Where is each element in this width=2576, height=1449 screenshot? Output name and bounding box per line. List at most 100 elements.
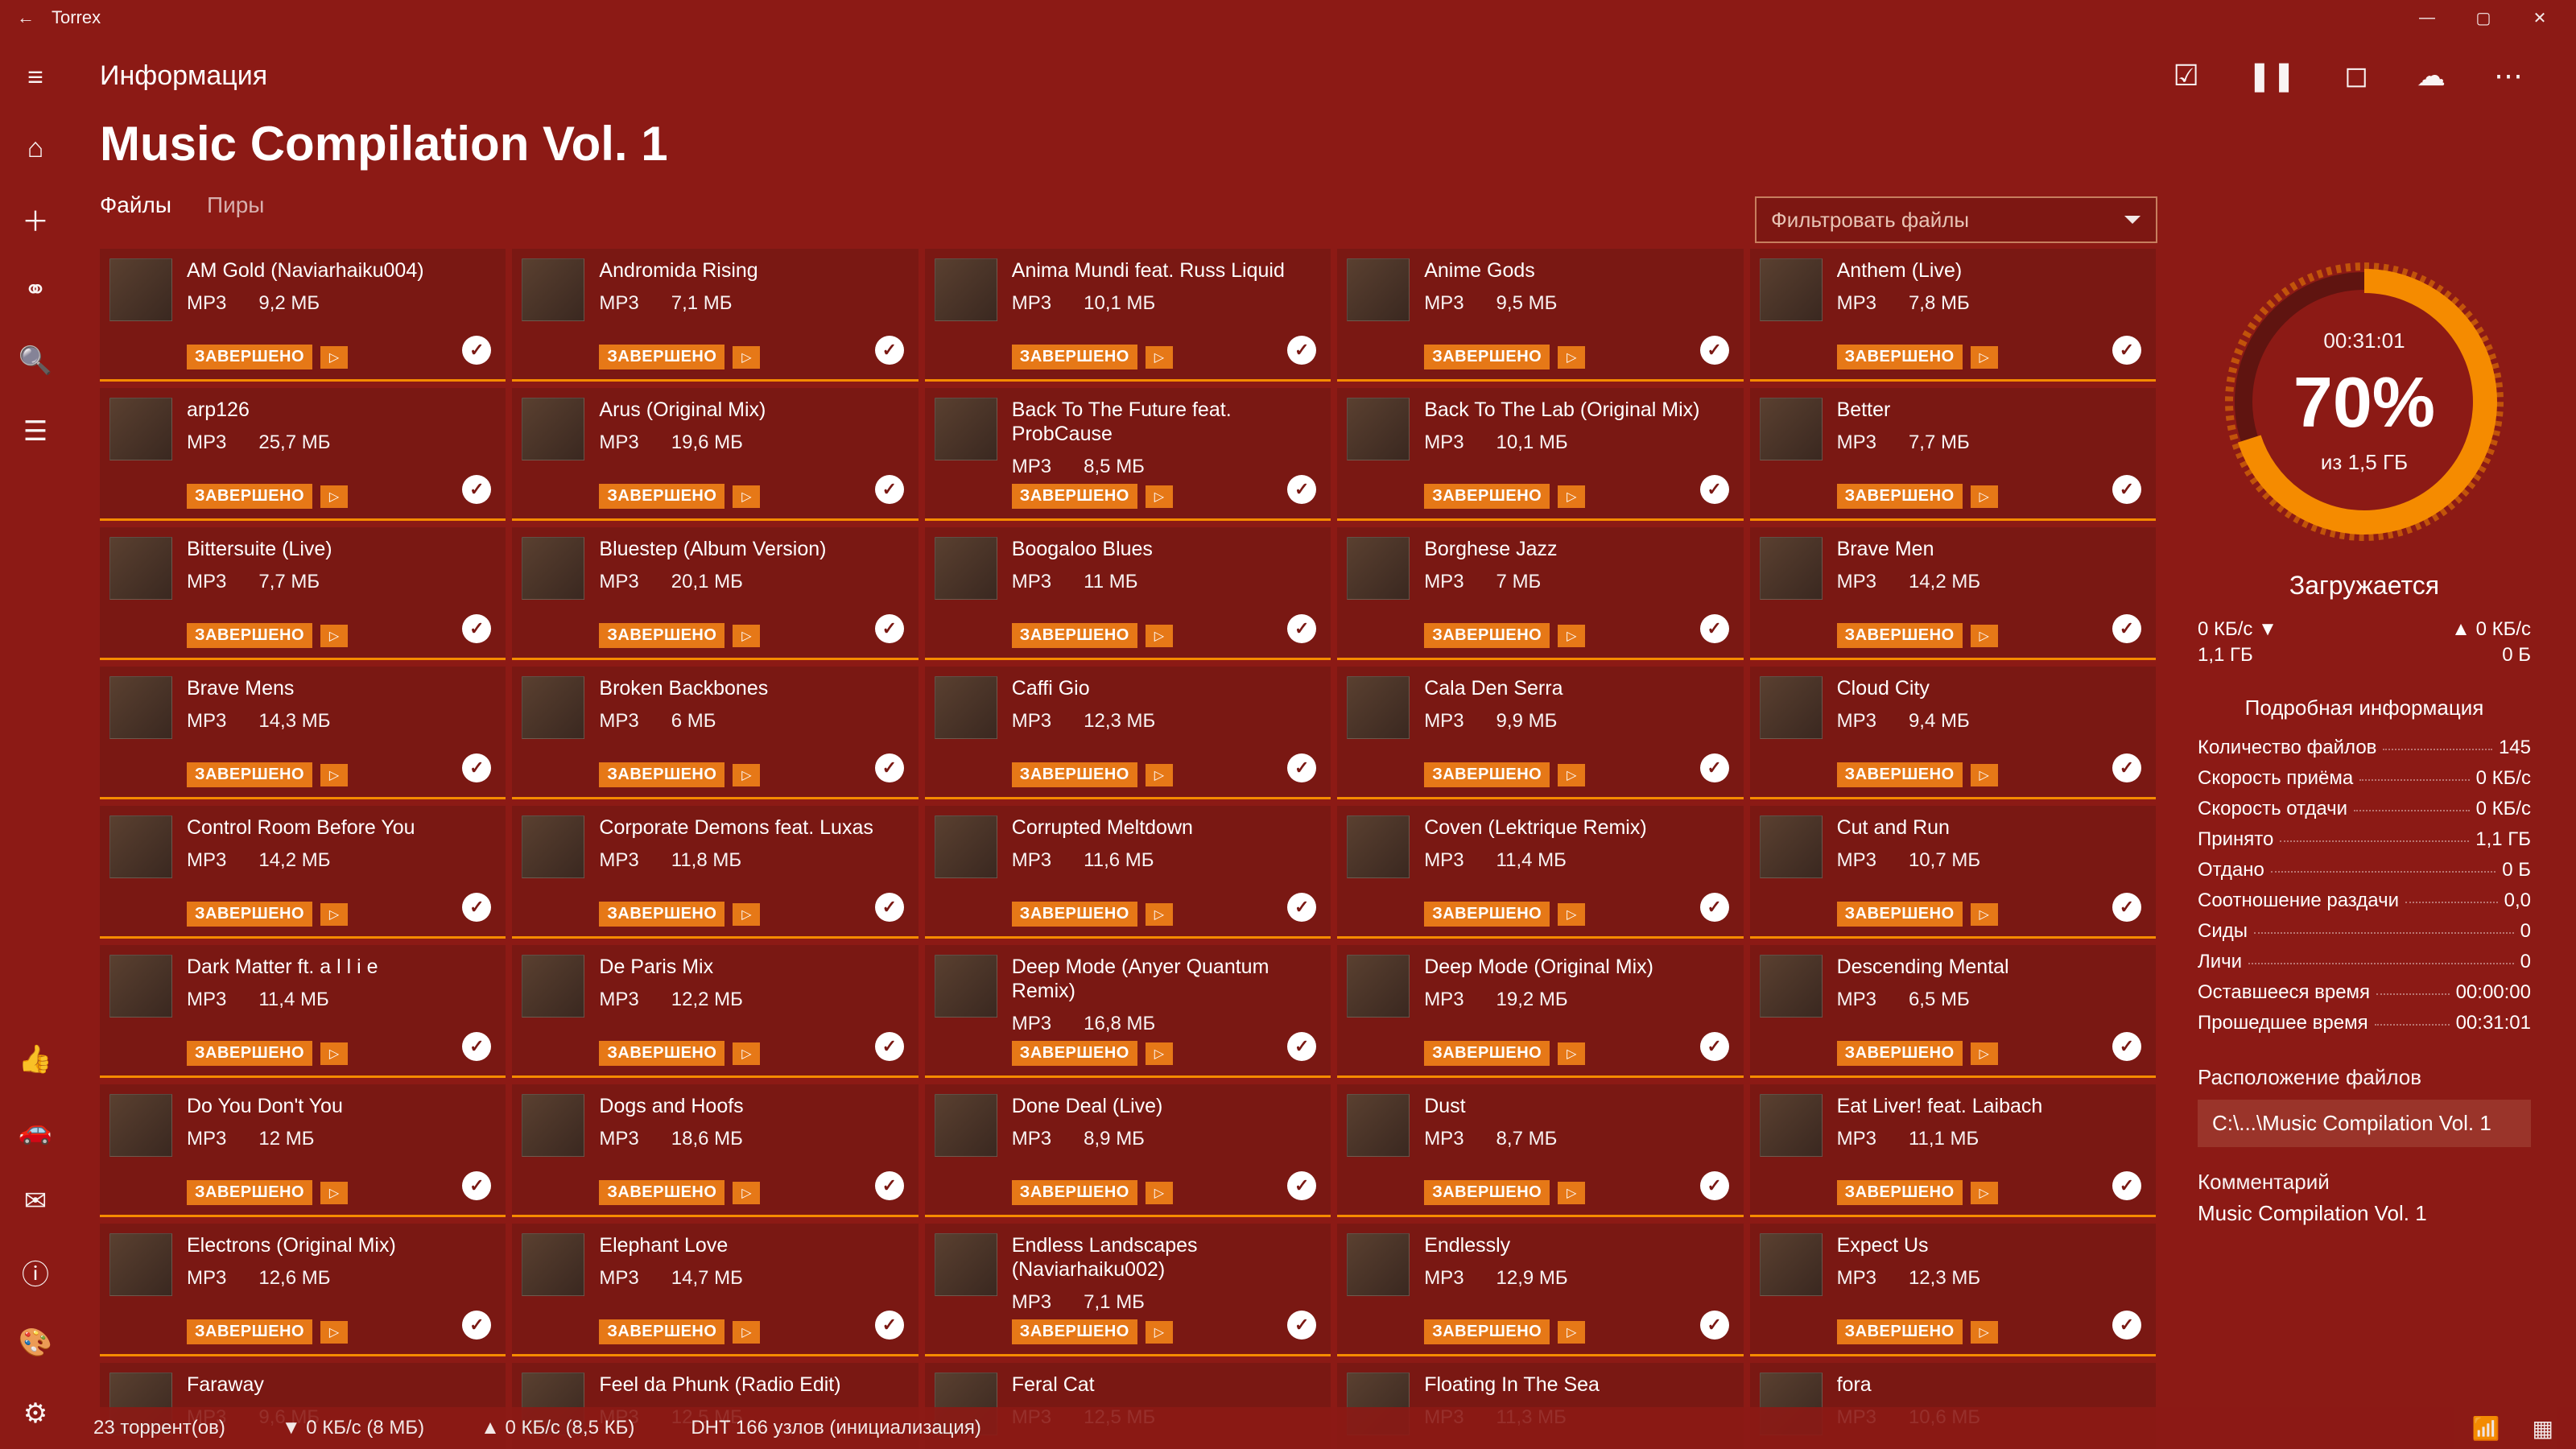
play-button[interactable]: ▷ xyxy=(1146,903,1173,926)
play-button[interactable]: ▷ xyxy=(1146,1042,1173,1065)
grid-icon[interactable]: ▦ xyxy=(2533,1415,2553,1442)
play-button[interactable]: ▷ xyxy=(1971,1321,1998,1344)
file-card[interactable]: Cloud CityMP39,4 МБЗАВЕРШЕНО▷✓ xyxy=(1750,667,2156,799)
file-card[interactable]: Expect UsMP312,3 МБЗАВЕРШЕНО▷✓ xyxy=(1750,1224,2156,1356)
file-card[interactable]: BetterMP37,7 МБЗАВЕРШЕНО▷✓ xyxy=(1750,388,2156,521)
file-card[interactable]: AM Gold (Naviarhaiku004)MP39,2 МБЗАВЕРШЕ… xyxy=(100,249,506,382)
play-button[interactable]: ▷ xyxy=(733,346,760,369)
check-icon[interactable]: ✓ xyxy=(1700,336,1729,365)
file-card[interactable]: Arus (Original Mix)MP319,6 МБЗАВЕРШЕНО▷✓ xyxy=(512,388,918,521)
file-card[interactable]: Brave MenMP314,2 МБЗАВЕРШЕНО▷✓ xyxy=(1750,527,2156,660)
check-icon[interactable]: ✓ xyxy=(2112,1032,2141,1061)
file-card[interactable]: Elephant LoveMP314,7 МБЗАВЕРШЕНО▷✓ xyxy=(512,1224,918,1356)
file-card[interactable]: Deep Mode (Anyer Quantum Remix)MP316,8 М… xyxy=(925,945,1331,1078)
link-icon[interactable]: ⚭ xyxy=(0,254,71,325)
play-button[interactable]: ▷ xyxy=(320,1321,348,1344)
file-card[interactable]: Cala Den SerraMP39,9 МБЗАВЕРШЕНО▷✓ xyxy=(1337,667,1743,799)
mail-icon[interactable]: ✉ xyxy=(0,1166,71,1236)
play-button[interactable]: ▷ xyxy=(1971,1042,1998,1065)
file-card[interactable]: Caffi GioMP312,3 МБЗАВЕРШЕНО▷✓ xyxy=(925,667,1331,799)
check-icon[interactable]: ✓ xyxy=(2112,336,2141,365)
check-icon[interactable]: ✓ xyxy=(875,1032,904,1061)
thumbs-up-icon[interactable]: 👍 xyxy=(0,1024,71,1095)
check-icon[interactable]: ✓ xyxy=(1700,1311,1729,1340)
play-button[interactable]: ▷ xyxy=(1146,625,1173,647)
check-icon[interactable]: ✓ xyxy=(1700,475,1729,504)
play-button[interactable]: ▷ xyxy=(320,625,348,647)
settings-icon[interactable]: ⚙ xyxy=(0,1378,71,1449)
checklist-icon[interactable]: ☑ xyxy=(2174,59,2199,93)
play-button[interactable]: ▷ xyxy=(733,485,760,508)
play-button[interactable]: ▷ xyxy=(1146,346,1173,369)
file-card[interactable]: Endless Landscapes (Naviarhaiku002)MP37,… xyxy=(925,1224,1331,1356)
play-button[interactable]: ▷ xyxy=(1558,485,1585,508)
play-button[interactable]: ▷ xyxy=(1971,625,1998,647)
file-card[interactable]: Borghese JazzMP37 МБЗАВЕРШЕНО▷✓ xyxy=(1337,527,1743,660)
check-icon[interactable]: ✓ xyxy=(1700,1032,1729,1061)
check-icon[interactable]: ✓ xyxy=(2112,1171,2141,1200)
file-card[interactable]: Eat Liver! feat. LaibachMP311,1 МБЗАВЕРШ… xyxy=(1750,1084,2156,1217)
play-button[interactable]: ▷ xyxy=(320,764,348,786)
file-card[interactable]: DustMP38,7 МБЗАВЕРШЕНО▷✓ xyxy=(1337,1084,1743,1217)
car-icon[interactable]: 🚗 xyxy=(0,1095,71,1166)
check-icon[interactable]: ✓ xyxy=(2112,893,2141,922)
play-button[interactable]: ▷ xyxy=(1558,1042,1585,1065)
file-card[interactable]: Done Deal (Live)MP38,9 МБЗАВЕРШЕНО▷✓ xyxy=(925,1084,1331,1217)
signal-icon[interactable]: 📶 xyxy=(2472,1415,2500,1442)
check-icon[interactable]: ✓ xyxy=(875,1311,904,1340)
check-icon[interactable]: ✓ xyxy=(2112,1311,2141,1340)
check-icon[interactable]: ✓ xyxy=(1287,1171,1316,1200)
play-button[interactable]: ▷ xyxy=(320,903,348,926)
file-card[interactable]: Back To The Lab (Original Mix)MP310,1 МБ… xyxy=(1337,388,1743,521)
check-icon[interactable]: ✓ xyxy=(2112,753,2141,782)
back-button[interactable]: ← xyxy=(8,7,43,28)
play-button[interactable]: ▷ xyxy=(1558,1182,1585,1204)
file-card[interactable]: Bittersuite (Live)MP37,7 МБЗАВЕРШЕНО▷✓ xyxy=(100,527,506,660)
close-button[interactable]: ✕ xyxy=(2512,0,2568,35)
check-icon[interactable]: ✓ xyxy=(1287,475,1316,504)
play-button[interactable]: ▷ xyxy=(1558,1321,1585,1344)
play-button[interactable]: ▷ xyxy=(1558,346,1585,369)
play-button[interactable]: ▷ xyxy=(1146,485,1173,508)
file-card[interactable]: Back To The Future feat. ProbCauseMP38,5… xyxy=(925,388,1331,521)
play-button[interactable]: ▷ xyxy=(320,1182,348,1204)
play-button[interactable]: ▷ xyxy=(733,1042,760,1065)
location-path[interactable]: C:\...\Music Compilation Vol. 1 xyxy=(2198,1100,2531,1147)
cloud-icon[interactable]: ☁ xyxy=(2417,59,2446,93)
check-icon[interactable]: ✓ xyxy=(875,336,904,365)
play-button[interactable]: ▷ xyxy=(320,485,348,508)
check-icon[interactable]: ✓ xyxy=(2112,475,2141,504)
play-button[interactable]: ▷ xyxy=(733,1182,760,1204)
file-card[interactable]: Descending MentalMP36,5 МБЗАВЕРШЕНО▷✓ xyxy=(1750,945,2156,1078)
check-icon[interactable]: ✓ xyxy=(875,614,904,643)
check-icon[interactable]: ✓ xyxy=(1287,893,1316,922)
filter-input[interactable] xyxy=(1771,208,2124,233)
play-button[interactable]: ▷ xyxy=(1971,1182,1998,1204)
file-card[interactable]: Anthem (Live)MP37,8 МБЗАВЕРШЕНО▷✓ xyxy=(1750,249,2156,382)
check-icon[interactable]: ✓ xyxy=(875,1171,904,1200)
filter-box[interactable]: ⏷ xyxy=(1755,196,2157,243)
play-button[interactable]: ▷ xyxy=(1558,764,1585,786)
stop-icon[interactable]: ◻ xyxy=(2344,59,2368,93)
play-button[interactable]: ▷ xyxy=(320,1042,348,1065)
file-card[interactable]: Corporate Demons feat. LuxasMP311,8 МБЗА… xyxy=(512,806,918,939)
play-button[interactable]: ▷ xyxy=(1146,1182,1173,1204)
file-card[interactable]: EndlesslyMP312,9 МБЗАВЕРШЕНО▷✓ xyxy=(1337,1224,1743,1356)
filter-icon[interactable]: ⏷ xyxy=(2124,207,2141,233)
file-card[interactable]: Coven (Lektrique Remix)MP311,4 МБЗАВЕРШЕ… xyxy=(1337,806,1743,939)
file-card[interactable]: Control Room Before YouMP314,2 МБЗАВЕРШЕ… xyxy=(100,806,506,939)
hamburger-icon[interactable]: ≡ xyxy=(0,42,71,113)
play-button[interactable]: ▷ xyxy=(1146,764,1173,786)
file-card[interactable]: Boogaloo BluesMP311 МБЗАВЕРШЕНО▷✓ xyxy=(925,527,1331,660)
file-card[interactable]: Corrupted MeltdownMP311,6 МБЗАВЕРШЕНО▷✓ xyxy=(925,806,1331,939)
file-card[interactable]: Dark Matter ft. a l l i eMP311,4 МБЗАВЕР… xyxy=(100,945,506,1078)
file-card[interactable]: Do You Don't YouMP312 МБЗАВЕРШЕНО▷✓ xyxy=(100,1084,506,1217)
check-icon[interactable]: ✓ xyxy=(1287,614,1316,643)
add-icon[interactable]: ＋ xyxy=(0,184,71,254)
palette-icon[interactable]: 🎨 xyxy=(0,1307,71,1378)
check-icon[interactable]: ✓ xyxy=(875,475,904,504)
play-button[interactable]: ▷ xyxy=(320,346,348,369)
file-card[interactable]: Anime GodsMP39,5 МБЗАВЕРШЕНО▷✓ xyxy=(1337,249,1743,382)
play-button[interactable]: ▷ xyxy=(1971,485,1998,508)
file-card[interactable]: Broken BackbonesMP36 МБЗАВЕРШЕНО▷✓ xyxy=(512,667,918,799)
